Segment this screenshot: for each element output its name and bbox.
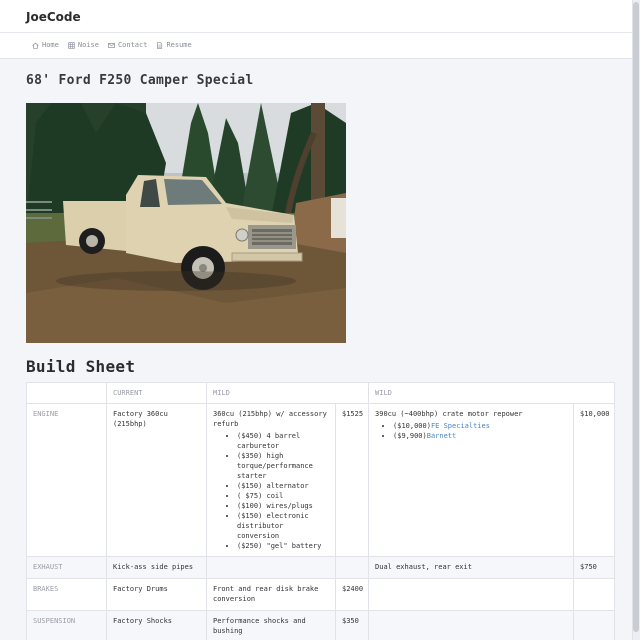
quote-price: ($9,900) (393, 432, 427, 440)
header-blank (26, 382, 107, 404)
engine-current: Factory 360cu (215bhp) (106, 403, 207, 557)
nav-bar: Home Noise Contact Resume (0, 33, 632, 59)
list-item: ($350) high torque/performance starter (237, 451, 329, 481)
grid-icon (68, 41, 75, 49)
engine-mild-list: ($450) 4 barrel carburetor ($350) high t… (213, 431, 329, 551)
exhaust-mild (206, 556, 336, 579)
engine-mild-cost: $1525 (334, 403, 370, 557)
document-icon (156, 41, 163, 49)
nav-item-noise[interactable]: Noise (68, 41, 99, 49)
site-brand[interactable]: JoeCode (26, 10, 81, 24)
nav-item-contact[interactable]: Contact (108, 41, 148, 49)
engine-wild-summary: 390cu (~400bhp) crate motor repower (375, 410, 523, 418)
nav-label-resume: Resume (166, 41, 192, 49)
header-mild: MILD (205, 382, 370, 404)
row-label-suspension: SUSPENSION (26, 610, 107, 640)
table-header-row: CURRENT MILD WILD (26, 382, 616, 404)
nav-label-home: Home (42, 41, 59, 49)
row-label-brakes: BRAKES (26, 578, 107, 611)
suspension-current: Factory Shocks (106, 610, 207, 640)
brakes-mild: Front and rear disk brake conversion (206, 578, 336, 611)
exhaust-mild-cost (334, 556, 370, 579)
suspension-wild (368, 610, 575, 640)
scrollbar-thumb[interactable] (633, 2, 639, 632)
barnett-link[interactable]: Barnett (427, 432, 457, 440)
engine-wild-list: ($10,000)FE Specialties ($9,900)Barnett (375, 421, 567, 441)
brakes-wild-cost (573, 578, 616, 611)
list-item: ($9,900)Barnett (393, 431, 567, 441)
row-label-engine: ENGINE (26, 403, 107, 557)
engine-mild-summary: 360cu (215bhp) w/ accessory refurb (213, 410, 327, 428)
table-row: EXHAUST Kick-ass side pipes Dual exhaust… (26, 556, 616, 579)
suspension-mild: Performance shocks and bushing (206, 610, 336, 640)
header-wild: WILD (368, 382, 616, 404)
engine-wild-cost: $10,000 (573, 403, 616, 557)
build-sheet-title: Build Sheet (26, 357, 136, 376)
nav-label-contact: Contact (117, 41, 148, 49)
home-icon (32, 42, 39, 49)
list-item: ($100) wires/plugs (237, 501, 329, 511)
truck-photo (26, 103, 346, 343)
list-item: ( $75) coil (237, 491, 329, 501)
exhaust-current: Kick-ass side pipes (106, 556, 207, 579)
suspension-mild-cost: $350 (334, 610, 370, 640)
engine-mild: 360cu (215bhp) w/ accessory refurb ($450… (206, 403, 336, 557)
nav-label-noise: Noise (77, 41, 99, 49)
list-item: ($450) 4 barrel carburetor (237, 431, 329, 451)
fe-specialties-link[interactable]: FE Specialties (431, 422, 490, 430)
main-nav: Home Noise Contact Resume (32, 41, 192, 49)
brakes-wild (368, 578, 575, 611)
table-row: ENGINE Factory 360cu (215bhp) 360cu (215… (26, 403, 616, 557)
page-scrollbar[interactable] (632, 0, 640, 640)
list-item: ($150) alternator (237, 481, 329, 491)
list-item: ($150) electronic distributor conversion (237, 511, 329, 541)
table-row: SUSPENSION Factory Shocks Performance sh… (26, 610, 616, 640)
suspension-wild-cost (573, 610, 616, 640)
build-sheet-table: CURRENT MILD WILD ENGINE Factory 360cu (… (26, 382, 616, 640)
brakes-current: Factory Drums (106, 578, 207, 611)
header-current: CURRENT (106, 382, 207, 404)
list-item: ($250) "gel" battery (237, 541, 329, 551)
page-title: 68' Ford F250 Camper Special (26, 73, 254, 88)
table-row: BRAKES Factory Drums Front and rear disk… (26, 578, 616, 611)
list-item: ($10,000)FE Specialties (393, 421, 567, 431)
row-label-exhaust: EXHAUST (26, 556, 107, 579)
engine-wild: 390cu (~400bhp) crate motor repower ($10… (368, 403, 575, 557)
nav-item-home[interactable]: Home (32, 41, 59, 49)
exhaust-wild-cost: $750 (573, 556, 616, 579)
nav-item-resume[interactable]: Resume (156, 41, 192, 49)
top-bar: JoeCode (0, 0, 632, 33)
brakes-mild-cost: $2400 (334, 578, 370, 611)
quote-price: ($10,000) (393, 422, 431, 430)
exhaust-wild: Dual exhaust, rear exit (368, 556, 575, 579)
envelope-icon (108, 42, 115, 49)
